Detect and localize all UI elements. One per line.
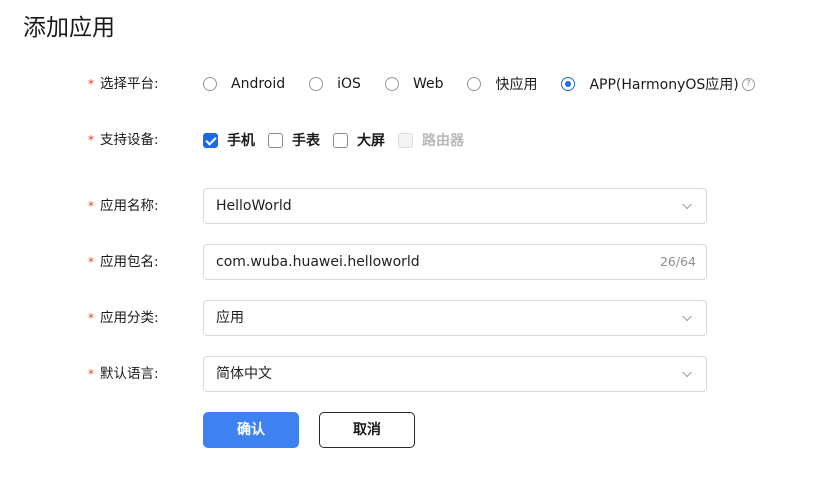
required-mark: * bbox=[88, 133, 94, 147]
checkbox-tv[interactable] bbox=[333, 132, 348, 148]
help-icon[interactable]: ? bbox=[741, 77, 755, 91]
devices-label: * 支持设备: bbox=[88, 132, 159, 148]
radio-harmonyos[interactable] bbox=[561, 77, 576, 91]
package-name-input[interactable]: com.wuba.huawei.helloworld 26/64 bbox=[203, 244, 707, 280]
device-option-label: 路由器 bbox=[422, 133, 464, 149]
device-option-phone[interactable]: 手机 bbox=[203, 130, 255, 150]
page-title: 添加应用 bbox=[23, 15, 115, 41]
category-row: * 应用分类: 应用 bbox=[0, 300, 835, 336]
language-value: 简体中文 bbox=[216, 366, 272, 382]
platform-option-label: iOS bbox=[337, 76, 361, 92]
checkbox-router bbox=[398, 132, 413, 148]
radio-android[interactable] bbox=[203, 77, 217, 91]
app-name-label: * 应用名称: bbox=[88, 198, 159, 214]
app-name-select[interactable]: HelloWorld bbox=[203, 188, 707, 224]
language-select[interactable]: 简体中文 bbox=[203, 356, 707, 392]
platform-option-ios[interactable]: iOS bbox=[309, 76, 361, 92]
radio-web[interactable] bbox=[384, 77, 399, 91]
device-option-label: 手表 bbox=[292, 133, 320, 149]
chevron-down-icon bbox=[682, 371, 692, 378]
device-option-watch[interactable]: 手表 bbox=[268, 130, 320, 150]
required-mark: * bbox=[88, 199, 94, 213]
radio-ios[interactable] bbox=[309, 77, 324, 91]
app-name-row: * 应用名称: HelloWorld bbox=[0, 188, 835, 224]
checkbox-phone[interactable] bbox=[203, 132, 218, 148]
package-name-row: * 应用包名: com.wuba.huawei.helloworld 26/64 bbox=[0, 244, 835, 280]
checkbox-watch[interactable] bbox=[268, 132, 283, 148]
device-option-label: 手机 bbox=[227, 133, 255, 149]
required-mark: * bbox=[88, 77, 94, 91]
platform-label: * 选择平台: bbox=[88, 76, 159, 92]
language-label: * 默认语言: bbox=[88, 366, 159, 382]
devices-row: * 支持设备: 手机 手表 大屏 路由器 bbox=[0, 122, 835, 158]
required-mark: * bbox=[88, 367, 94, 381]
platform-option-android[interactable]: Android bbox=[203, 76, 285, 92]
platform-option-label: Android bbox=[231, 76, 286, 92]
platform-option-label: APP(HarmonyOS应用) bbox=[589, 77, 739, 93]
category-value: 应用 bbox=[216, 310, 244, 326]
required-mark: * bbox=[88, 311, 94, 325]
language-row: * 默认语言: 简体中文 bbox=[0, 356, 835, 392]
platform-option-label: 快应用 bbox=[495, 77, 538, 93]
package-name-value: com.wuba.huawei.helloworld bbox=[216, 254, 420, 270]
platform-radio-group: Android iOS Web 快应用 APP(HarmonyOS应用)? bbox=[203, 66, 755, 102]
platform-row: * 选择平台: Android iOS Web 快应用 APP(HarmonyOS… bbox=[0, 66, 835, 102]
confirm-button[interactable]: 确认 bbox=[203, 412, 299, 448]
platform-option-label: Web bbox=[412, 76, 444, 92]
chevron-down-icon bbox=[682, 203, 692, 210]
devices-checkbox-group: 手机 手表 大屏 路由器 bbox=[203, 122, 477, 158]
platform-option-quickapp[interactable]: 快应用 bbox=[467, 74, 537, 94]
category-label: * 应用分类: bbox=[88, 310, 159, 326]
package-name-label: * 应用包名: bbox=[88, 254, 159, 270]
app-name-value: HelloWorld bbox=[216, 198, 292, 214]
platform-option-web[interactable]: Web bbox=[384, 76, 444, 92]
device-option-router: 路由器 bbox=[398, 130, 464, 150]
device-option-tv[interactable]: 大屏 bbox=[333, 130, 385, 150]
char-counter: 26/64 bbox=[659, 254, 696, 269]
platform-option-harmonyos[interactable]: APP(HarmonyOS应用)? bbox=[561, 74, 755, 94]
required-mark: * bbox=[88, 255, 94, 269]
chevron-down-icon bbox=[682, 315, 692, 322]
device-option-label: 大屏 bbox=[357, 133, 385, 149]
category-select[interactable]: 应用 bbox=[203, 300, 707, 336]
radio-quickapp[interactable] bbox=[467, 77, 482, 91]
cancel-button[interactable]: 取消 bbox=[319, 412, 415, 448]
